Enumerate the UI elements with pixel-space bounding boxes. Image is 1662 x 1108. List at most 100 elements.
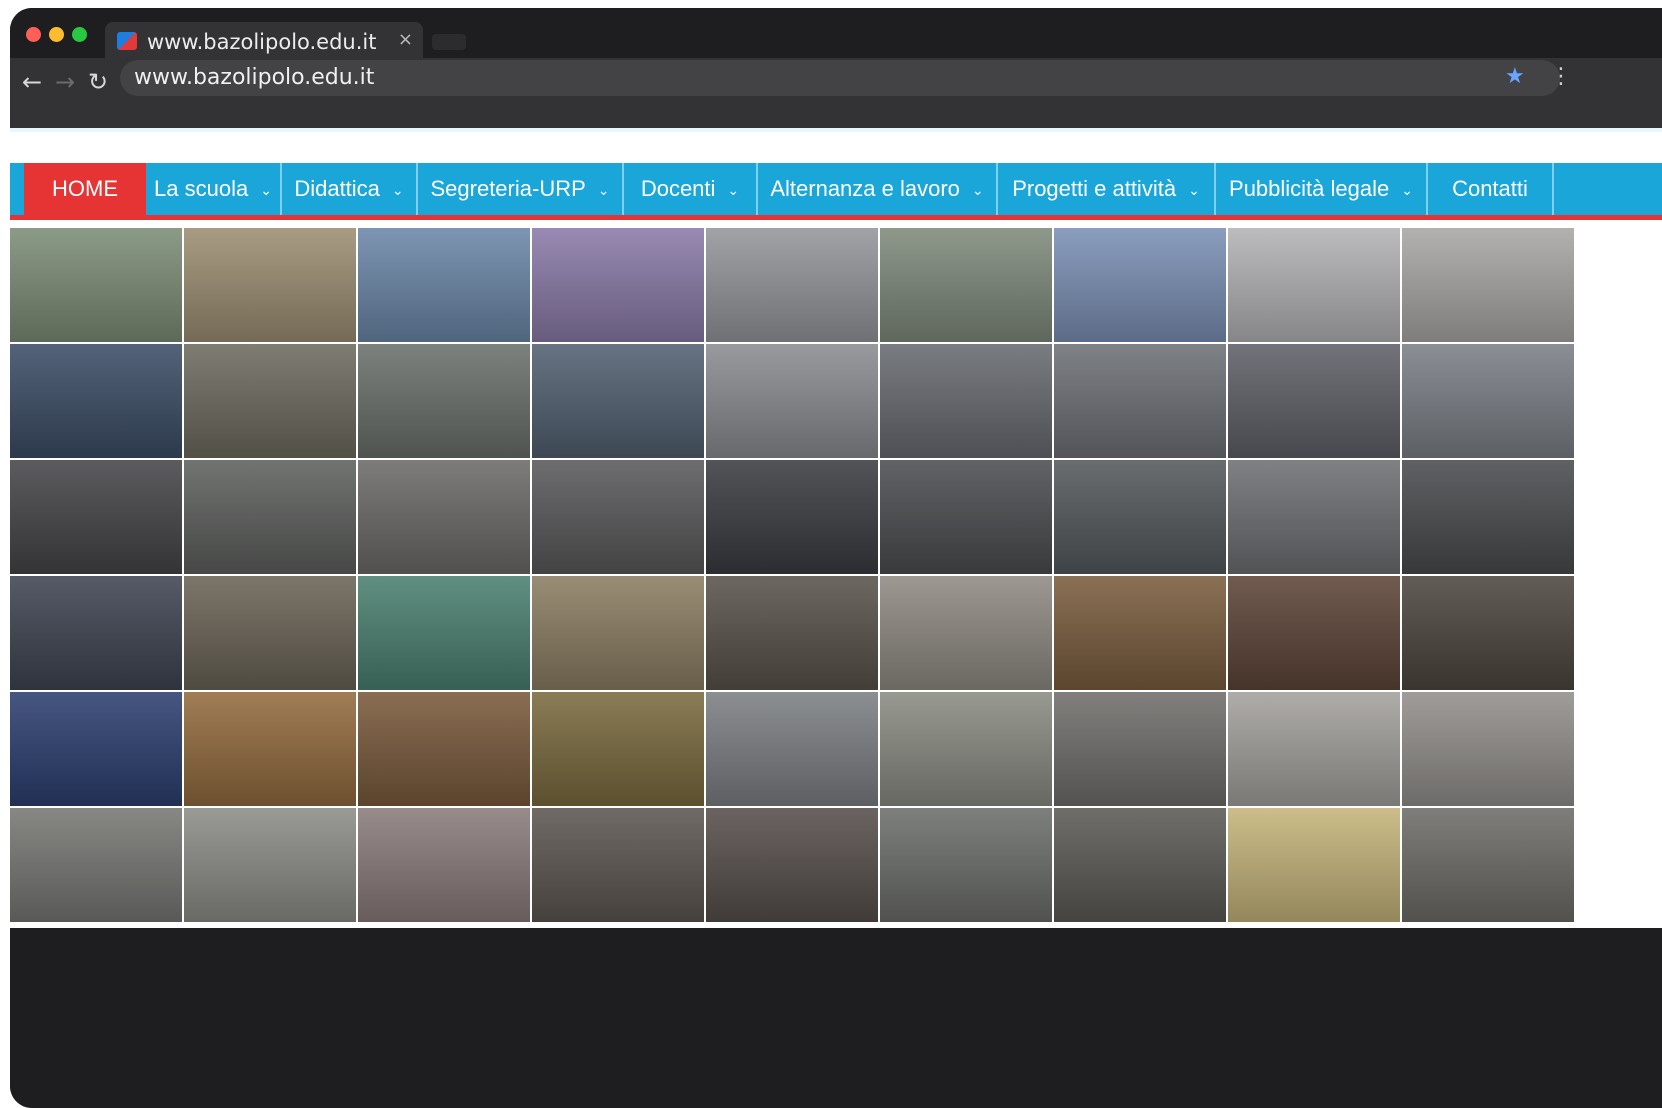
back-arrow-icon[interactable]: ← bbox=[22, 68, 42, 96]
gallery-photo[interactable] bbox=[1228, 344, 1400, 458]
gallery-photo[interactable] bbox=[1228, 576, 1400, 690]
gallery-photo[interactable] bbox=[1402, 460, 1574, 574]
nav-item-label: Contatti bbox=[1452, 176, 1528, 201]
nav-item-label: Progetti e attività bbox=[1012, 176, 1177, 201]
gallery-photo[interactable] bbox=[1402, 344, 1574, 458]
gallery-photo[interactable] bbox=[358, 344, 530, 458]
gallery-photo[interactable] bbox=[706, 808, 878, 922]
gallery-photo[interactable] bbox=[10, 460, 182, 574]
tab-title: www.bazolipolo.edu.it bbox=[147, 30, 377, 54]
nav-item-label: Didattica bbox=[294, 176, 380, 201]
browser-menu-icon[interactable]: ⋮ bbox=[1550, 64, 1572, 89]
nav-item-segreteria-urp[interactable]: Segreteria-URP ⌄ bbox=[418, 163, 624, 215]
gallery-photo[interactable] bbox=[358, 576, 530, 690]
nav-item-alternanza-e-lavoro[interactable]: Alternanza e lavoro ⌄ bbox=[758, 163, 998, 215]
maximize-window-button[interactable] bbox=[72, 27, 87, 42]
forward-arrow-icon[interactable]: → bbox=[55, 68, 75, 96]
nav-item-didattica[interactable]: Didattica ⌄ bbox=[282, 163, 418, 215]
gallery-photo[interactable] bbox=[1054, 692, 1226, 806]
tab-close-icon[interactable]: × bbox=[398, 29, 413, 50]
gallery-photo[interactable] bbox=[1054, 228, 1226, 342]
gallery-photo[interactable] bbox=[10, 344, 182, 458]
chevron-down-icon: ⌄ bbox=[1401, 183, 1413, 199]
gallery-photo[interactable] bbox=[1228, 692, 1400, 806]
gallery-photo[interactable] bbox=[1228, 460, 1400, 574]
gallery-photo[interactable] bbox=[706, 344, 878, 458]
gallery-photo[interactable] bbox=[880, 576, 1052, 690]
gallery-photo[interactable] bbox=[184, 344, 356, 458]
gallery-photo[interactable] bbox=[1228, 808, 1400, 922]
browser-tab[interactable]: www.bazolipolo.edu.it × bbox=[105, 22, 423, 60]
photo-gallery bbox=[10, 228, 1662, 924]
gallery-photo[interactable] bbox=[532, 692, 704, 806]
minimize-window-button[interactable] bbox=[49, 27, 64, 42]
close-window-button[interactable] bbox=[26, 27, 41, 42]
chevron-down-icon: ⌄ bbox=[727, 183, 740, 199]
gallery-photo[interactable] bbox=[532, 344, 704, 458]
gallery-photo[interactable] bbox=[880, 692, 1052, 806]
nav-item-label: La scuola bbox=[154, 176, 249, 201]
gallery-photo[interactable] bbox=[706, 692, 878, 806]
gallery-photo[interactable] bbox=[10, 808, 182, 922]
nav-item-label: Alternanza e lavoro bbox=[770, 176, 960, 201]
nav-item-home[interactable]: HOME bbox=[24, 163, 146, 215]
gallery-photo[interactable] bbox=[880, 344, 1052, 458]
nav-item-la-scuola[interactable]: La scuola ⌄ bbox=[146, 163, 282, 215]
gallery-photo[interactable] bbox=[1054, 344, 1226, 458]
gallery-photo[interactable] bbox=[880, 808, 1052, 922]
bookmark-star-icon[interactable]: ★ bbox=[1505, 64, 1525, 89]
gallery-photo[interactable] bbox=[184, 228, 356, 342]
gallery-photo[interactable] bbox=[1402, 576, 1574, 690]
tab-strip: www.bazolipolo.edu.it × bbox=[10, 8, 1662, 60]
gallery-photo[interactable] bbox=[10, 228, 182, 342]
page-header-strip bbox=[10, 128, 1662, 132]
chevron-down-icon: ⌄ bbox=[260, 183, 272, 199]
nav-item-progetti-e-attivita[interactable]: Progetti e attività ⌄ bbox=[998, 163, 1216, 215]
gallery-photo[interactable] bbox=[358, 692, 530, 806]
browser-toolbar: ← → ↻ www.bazolipolo.edu.it ★ ⋮ bbox=[10, 58, 1662, 128]
gallery-photo[interactable] bbox=[1402, 228, 1574, 342]
gallery-photo[interactable] bbox=[358, 228, 530, 342]
gallery-photo[interactable] bbox=[880, 460, 1052, 574]
chevron-down-icon: ⌄ bbox=[1188, 183, 1200, 199]
gallery-photo[interactable] bbox=[706, 576, 878, 690]
gallery-photo[interactable] bbox=[1054, 808, 1226, 922]
chevron-down-icon: ⌄ bbox=[597, 183, 610, 199]
gallery-photo[interactable] bbox=[532, 228, 704, 342]
gallery-photo[interactable] bbox=[532, 576, 704, 690]
gallery-photo[interactable] bbox=[184, 808, 356, 922]
gallery-photo[interactable] bbox=[10, 692, 182, 806]
reload-icon[interactable]: ↻ bbox=[88, 68, 108, 96]
nav-item-label: HOME bbox=[52, 176, 118, 201]
gallery-photo[interactable] bbox=[1402, 808, 1574, 922]
site-favicon-icon bbox=[117, 32, 137, 50]
nav-item-pubblicita-legale[interactable]: Pubblicità legale ⌄ bbox=[1216, 163, 1428, 215]
site-navigation: HOME La scuola ⌄ Didattica ⌄ Segreteria-… bbox=[10, 163, 1662, 220]
address-bar[interactable]: www.bazolipolo.edu.it bbox=[120, 60, 1560, 96]
chevron-down-icon: ⌄ bbox=[391, 183, 404, 199]
browser-bottom-bar bbox=[10, 928, 1662, 1108]
gallery-photo[interactable] bbox=[1228, 228, 1400, 342]
nav-item-label: Segreteria-URP bbox=[430, 176, 586, 201]
gallery-photo[interactable] bbox=[184, 576, 356, 690]
gallery-photo[interactable] bbox=[532, 460, 704, 574]
gallery-photo[interactable] bbox=[358, 460, 530, 574]
gallery-photo[interactable] bbox=[706, 460, 878, 574]
gallery-photo[interactable] bbox=[1402, 692, 1574, 806]
gallery-photo[interactable] bbox=[532, 808, 704, 922]
gallery-photo[interactable] bbox=[184, 692, 356, 806]
new-tab-button[interactable] bbox=[432, 34, 466, 50]
nav-item-label: Docenti bbox=[640, 176, 716, 201]
gallery-photo[interactable] bbox=[880, 228, 1052, 342]
browser-window: www.bazolipolo.edu.it × ← → ↻ www.bazoli… bbox=[10, 8, 1662, 1108]
nav-item-contatti[interactable]: Contatti bbox=[1428, 163, 1554, 215]
url-text[interactable]: www.bazolipolo.edu.it bbox=[134, 65, 374, 90]
nav-item-docenti[interactable]: Docenti ⌄ bbox=[624, 163, 758, 215]
gallery-photo[interactable] bbox=[1054, 460, 1226, 574]
gallery-photo[interactable] bbox=[1054, 576, 1226, 690]
gallery-photo[interactable] bbox=[10, 576, 182, 690]
gallery-photo[interactable] bbox=[184, 460, 356, 574]
gallery-photo[interactable] bbox=[358, 808, 530, 922]
gallery-photo[interactable] bbox=[706, 228, 878, 342]
chevron-down-icon: ⌄ bbox=[971, 183, 984, 199]
